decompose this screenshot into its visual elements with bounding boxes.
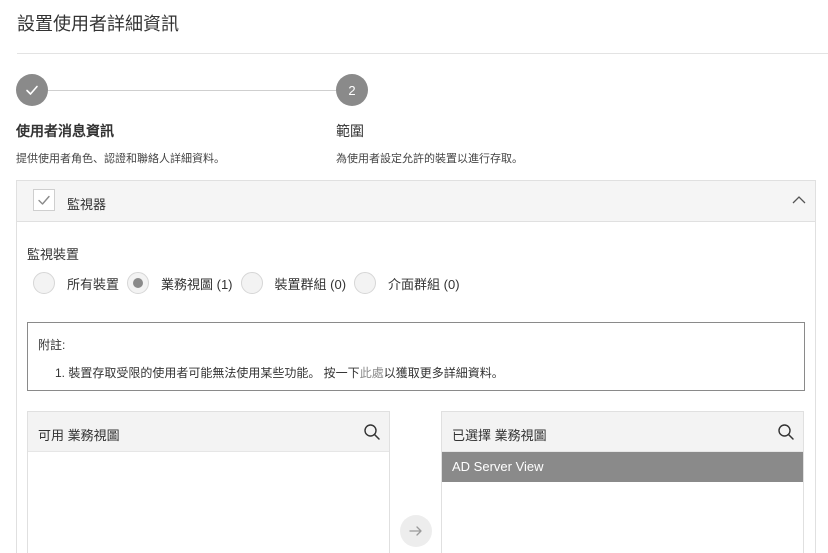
search-icon[interactable]	[777, 423, 795, 441]
available-list-header: 可用 業務視圖	[28, 412, 389, 452]
step-1-circle[interactable]	[16, 74, 48, 106]
monitor-devices-label: 監視裝置	[27, 247, 80, 262]
radio-device-groups-label[interactable]: 裝置群組 (0)	[275, 274, 347, 293]
check-icon	[38, 195, 50, 205]
monitor-panel: 監視器 監視裝置 所有裝置 業務視圖 (1) 裝置群組 (0) 介面群組 (0)…	[16, 180, 816, 553]
chevron-up-icon[interactable]	[791, 192, 807, 208]
note-title: 附註:	[38, 338, 66, 352]
step-1-description: 提供使用者角色、認證和聯絡人詳細資料。	[16, 153, 225, 165]
radio-business-view[interactable]	[127, 272, 150, 294]
stepper-connector	[48, 90, 336, 91]
monitor-panel-title: 監視器	[67, 197, 107, 212]
step-2-description: 為使用者設定允許的裝置以進行存取。	[336, 153, 523, 165]
note-details-link[interactable]: 此處	[360, 366, 384, 380]
radio-all-devices[interactable]	[33, 272, 55, 294]
available-list: 可用 業務視圖	[27, 411, 390, 553]
radio-device-groups[interactable]	[240, 272, 263, 294]
radio-all-devices-label[interactable]: 所有裝置	[67, 274, 119, 293]
radio-interface-groups-label[interactable]: 介面群組 (0)	[388, 274, 460, 293]
arrow-right-icon	[409, 526, 422, 536]
list-item[interactable]: AD Server View	[442, 452, 803, 482]
selected-list-title: 已選擇 業務視圖	[452, 428, 547, 443]
note-text-after: 以獲取更多詳細資料。	[383, 366, 504, 380]
monitor-devices-radio-group: 所有裝置 業務視圖 (1) 裝置群組 (0) 介面群組 (0)	[33, 272, 468, 294]
radio-business-view-label[interactable]: 業務視圖 (1)	[161, 274, 233, 293]
page-title: 設置使用者詳細資訊	[17, 14, 179, 34]
note-box: 附註: 1. 裝置存取受限的使用者可能無法使用某些功能。 按一下此處以獲取更多詳…	[27, 322, 805, 391]
monitor-panel-header[interactable]: 監視器	[17, 181, 815, 222]
move-right-button[interactable]	[400, 515, 432, 547]
step-2-title: 範圍	[336, 123, 364, 139]
selected-list-header: 已選擇 業務視圖	[442, 412, 803, 452]
monitor-checkbox[interactable]	[33, 189, 55, 211]
search-icon[interactable]	[363, 423, 381, 441]
selected-list: 已選擇 業務視圖 AD Server View	[441, 411, 804, 553]
header-divider	[17, 53, 828, 54]
note-text: 1. 裝置存取受限的使用者可能無法使用某些功能。 按一下此處以獲取更多詳細資料。	[55, 364, 504, 381]
step-1-title: 使用者消息資訊	[16, 123, 114, 139]
step-2-circle[interactable]: 2	[336, 74, 368, 106]
note-text-before: 1. 裝置存取受限的使用者可能無法使用某些功能。 按一下	[55, 366, 360, 380]
radio-interface-groups[interactable]	[354, 272, 377, 294]
check-icon	[26, 85, 38, 95]
available-list-title: 可用 業務視圖	[38, 428, 120, 443]
radio-selected-dot	[133, 278, 144, 288]
